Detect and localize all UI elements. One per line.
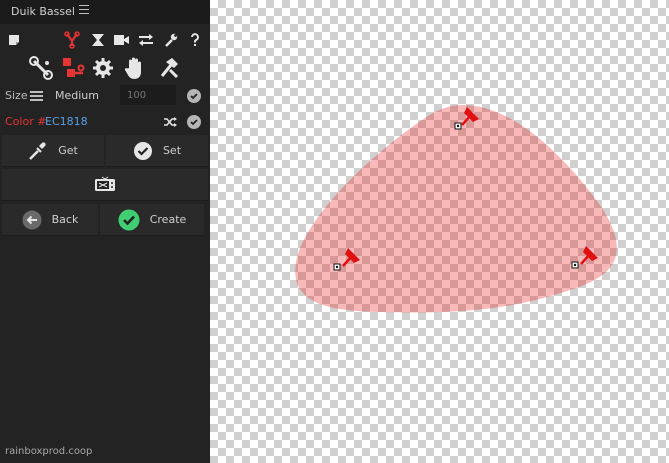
get-button[interactable]: Get <box>2 135 104 167</box>
size-menu-icon[interactable] <box>30 91 43 101</box>
duik-panel: Duik Bassel Size Medium 100 Color # EC18… <box>0 0 210 463</box>
size-label: Size <box>5 89 28 102</box>
footer-credit[interactable]: rainboxprod.coop <box>5 446 92 457</box>
get-button-label: Get <box>58 144 78 157</box>
size-check-icon[interactable] <box>187 89 201 103</box>
color-label: Color # <box>5 115 47 128</box>
shuffle-icon[interactable] <box>162 114 178 130</box>
swap-icon[interactable] <box>137 31 155 49</box>
create-button-label: Create <box>149 213 187 226</box>
create-button[interactable]: Create <box>100 204 204 236</box>
check-circle-icon <box>133 141 152 160</box>
preview-button[interactable] <box>2 169 208 201</box>
eyedropper-icon <box>29 141 46 160</box>
active-bone-tool-icon[interactable] <box>60 55 86 81</box>
back-button-label: Back <box>51 213 79 226</box>
back-button[interactable]: Back <box>2 204 98 236</box>
panel-titlebar: Duik Bassel <box>0 0 210 24</box>
wrench-icon[interactable] <box>162 31 180 49</box>
size-number-input[interactable] <box>120 85 176 105</box>
camera-icon[interactable] <box>113 31 131 49</box>
back-arrow-icon <box>22 210 42 229</box>
hand-icon[interactable] <box>122 55 148 81</box>
shape-blob[interactable] <box>295 105 617 313</box>
set-button-label: Set <box>162 144 182 157</box>
bones-icon[interactable] <box>62 30 82 50</box>
panel-title: Duik Bassel <box>11 5 75 18</box>
color-check-icon[interactable] <box>187 115 201 129</box>
bone-tool-icon[interactable] <box>28 55 54 81</box>
size-value[interactable]: Medium <box>55 89 99 102</box>
monitor-icon <box>95 176 115 191</box>
constraint-icon[interactable] <box>89 31 107 49</box>
hammer-icon[interactable] <box>155 55 181 81</box>
create-check-icon <box>118 209 140 230</box>
color-value[interactable]: EC1818 <box>45 115 88 128</box>
panel-menu-icon[interactable] <box>79 5 89 17</box>
help-icon[interactable] <box>186 31 204 49</box>
gear-icon[interactable] <box>91 55 117 81</box>
composition-canvas[interactable] <box>210 0 669 463</box>
set-button[interactable]: Set <box>106 135 208 167</box>
note-icon[interactable] <box>6 32 22 48</box>
